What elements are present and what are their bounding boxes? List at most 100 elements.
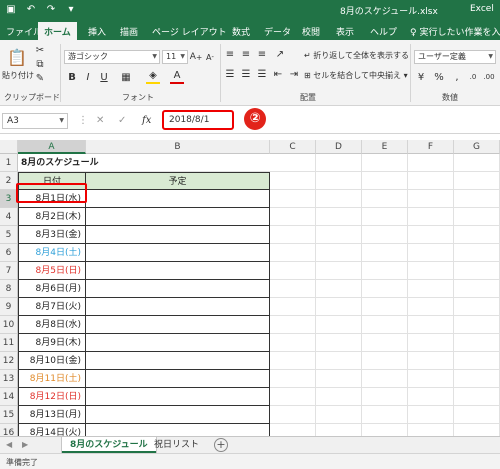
grid-cell[interactable]	[454, 172, 500, 190]
grid-cell[interactable]	[408, 406, 454, 424]
row-header[interactable]: 11	[0, 334, 18, 352]
grid-cell[interactable]	[408, 154, 454, 172]
grid-cell[interactable]	[316, 262, 362, 280]
grid-cell[interactable]	[316, 406, 362, 424]
grid-cell[interactable]	[362, 334, 408, 352]
grid-cell[interactable]	[362, 208, 408, 226]
grid-cell[interactable]	[454, 262, 500, 280]
date-cell[interactable]: 8月3日(金)	[18, 226, 86, 244]
date-cell[interactable]: 8月5日(日)	[18, 262, 86, 280]
grid-cell[interactable]	[362, 172, 408, 190]
grid-cell[interactable]	[316, 388, 362, 406]
align-bottom-icon[interactable]: ≡	[256, 48, 268, 60]
tab-formulas[interactable]: 数式	[232, 25, 250, 38]
insert-function-icon[interactable]: fx	[142, 115, 151, 126]
grid-cell[interactable]	[316, 352, 362, 370]
orientation-icon[interactable]: ↗	[272, 48, 288, 60]
add-sheet-icon[interactable]: +	[214, 438, 228, 452]
format-painter-icon[interactable]: ✎	[34, 72, 46, 84]
column-header-e[interactable]: E	[362, 140, 408, 154]
grid-cell[interactable]	[270, 370, 316, 388]
grid-cell[interactable]	[316, 226, 362, 244]
sheet-tab-schedule[interactable]: 8月のスケジュール	[62, 437, 156, 453]
plan-cell[interactable]	[86, 262, 270, 280]
tab-help[interactable]: ヘルプ	[370, 25, 397, 38]
italic-button[interactable]: I	[82, 70, 94, 84]
align-top-icon[interactable]: ≡	[224, 48, 236, 60]
grid-cell[interactable]	[454, 280, 500, 298]
date-cell[interactable]: 8月4日(土)	[18, 244, 86, 262]
grid-cell[interactable]	[408, 280, 454, 298]
grid-cell[interactable]	[270, 244, 316, 262]
grid-cell[interactable]	[454, 298, 500, 316]
save-icon[interactable]: ▣	[4, 3, 18, 17]
font-name-select[interactable]: 游ゴシック ▼	[64, 50, 160, 64]
grid-cell[interactable]	[362, 226, 408, 244]
row-header[interactable]: 15	[0, 406, 18, 424]
next-sheet-icon[interactable]: ▶	[22, 440, 28, 449]
grid-cell[interactable]	[454, 244, 500, 262]
customize-qat-icon[interactable]: ▾	[64, 3, 78, 17]
align-center-icon[interactable]: ☰	[240, 68, 252, 80]
grid-cell[interactable]	[454, 370, 500, 388]
currency-icon[interactable]: ¥	[414, 70, 428, 84]
decrease-decimal-icon[interactable]: .00	[482, 70, 496, 84]
plan-cell[interactable]	[86, 208, 270, 226]
plan-cell[interactable]	[86, 334, 270, 352]
underline-button[interactable]: U	[98, 70, 110, 84]
date-cell[interactable]: 8月13日(月)	[18, 406, 86, 424]
date-cell[interactable]: 8月11日(土)	[18, 370, 86, 388]
paste-button[interactable]: 貼り付け	[2, 70, 34, 81]
row-header[interactable]: 9	[0, 298, 18, 316]
decrease-font-icon[interactable]: A-	[204, 50, 216, 64]
date-cell[interactable]: 8月2日(木)	[18, 208, 86, 226]
grid-cell[interactable]	[316, 334, 362, 352]
grid-cell[interactable]	[408, 334, 454, 352]
plan-cell[interactable]	[86, 298, 270, 316]
grid-cell[interactable]	[408, 370, 454, 388]
cancel-icon[interactable]: ✕	[96, 115, 104, 126]
row-header[interactable]: 6	[0, 244, 18, 262]
grid-cell[interactable]	[316, 316, 362, 334]
row-header[interactable]: 3	[0, 190, 18, 208]
font-size-select[interactable]: 11 ▼	[162, 50, 188, 64]
grid-cell[interactable]	[408, 172, 454, 190]
border-icon[interactable]: ▦	[118, 70, 134, 84]
tab-review[interactable]: 校閲	[302, 25, 320, 38]
grid-cell[interactable]	[270, 406, 316, 424]
grid-cell[interactable]	[270, 208, 316, 226]
plan-cell[interactable]	[86, 226, 270, 244]
grid-cell[interactable]	[316, 154, 362, 172]
tab-page-layout[interactable]: ページ レイアウト	[152, 25, 227, 38]
grid-cell[interactable]	[454, 388, 500, 406]
plan-cell[interactable]	[86, 190, 270, 208]
grid-cell[interactable]	[408, 190, 454, 208]
date-cell[interactable]: 8月8日(水)	[18, 316, 86, 334]
grid-cell[interactable]	[270, 154, 316, 172]
plan-cell[interactable]	[86, 352, 270, 370]
column-header-d[interactable]: D	[316, 140, 362, 154]
grid-cell[interactable]	[316, 190, 362, 208]
grid-cell[interactable]	[362, 244, 408, 262]
date-cell[interactable]: 8月7日(火)	[18, 298, 86, 316]
name-box[interactable]: A3 ▼	[2, 113, 68, 129]
date-cell[interactable]: 8月6日(月)	[18, 280, 86, 298]
date-cell[interactable]: 8月9日(木)	[18, 334, 86, 352]
font-color-icon[interactable]: A	[170, 68, 184, 82]
column-header-b[interactable]: B	[86, 140, 270, 154]
comma-icon[interactable]: ,	[450, 70, 464, 84]
grid-cell[interactable]	[362, 352, 408, 370]
grid-cell[interactable]	[408, 298, 454, 316]
grid-cell[interactable]	[270, 352, 316, 370]
redo-icon[interactable]: ↷	[44, 3, 58, 17]
sheet-title-cell[interactable]: 8月のスケジュール	[18, 154, 270, 172]
grid-cell[interactable]	[454, 208, 500, 226]
number-format-select[interactable]: ユーザー定義 ▼	[414, 50, 496, 64]
grid-cell[interactable]	[270, 280, 316, 298]
row-header[interactable]: 10	[0, 316, 18, 334]
plan-cell[interactable]	[86, 280, 270, 298]
grid-cell[interactable]	[408, 244, 454, 262]
grid-cell[interactable]	[408, 226, 454, 244]
cut-icon[interactable]: ✂	[34, 44, 46, 56]
date-cell[interactable]: 8月10日(金)	[18, 352, 86, 370]
